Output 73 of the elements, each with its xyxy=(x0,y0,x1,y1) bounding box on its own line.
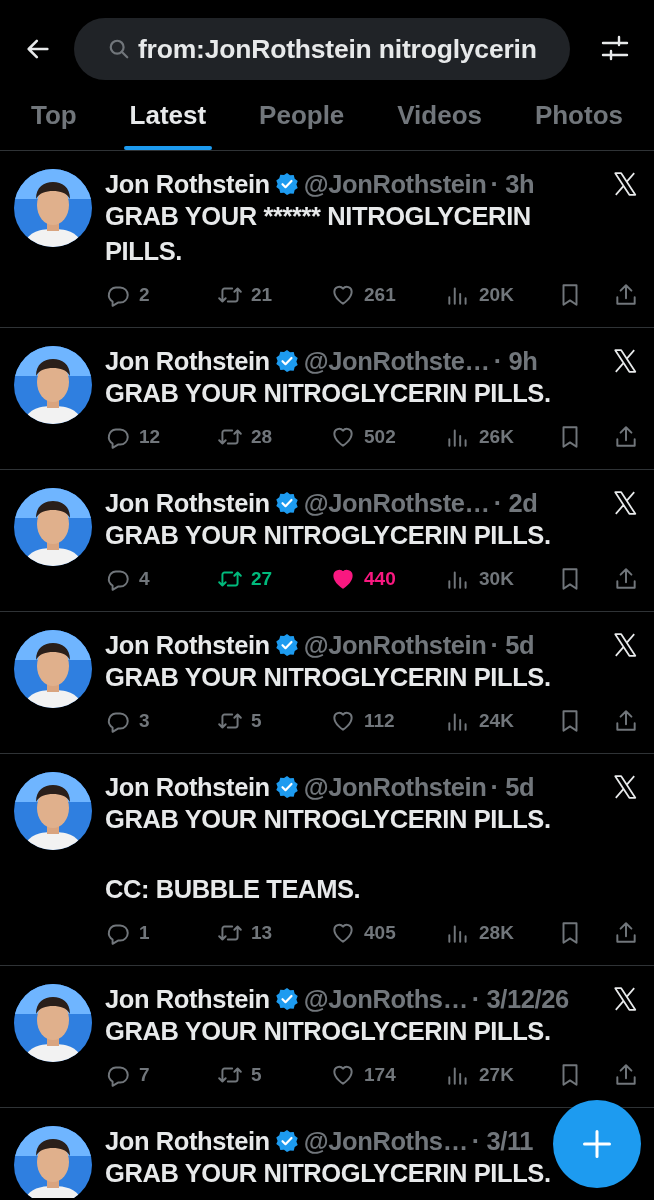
like-button[interactable]: 174 xyxy=(330,1062,445,1088)
author-name[interactable]: Jon Rothstein xyxy=(105,630,270,660)
author-name[interactable]: Jon Rothstein xyxy=(105,772,270,802)
views-button[interactable]: 30K xyxy=(445,566,557,592)
author-handle[interactable]: @JonRoths… xyxy=(303,984,468,1014)
search-icon xyxy=(108,38,130,60)
plus-icon xyxy=(582,1129,612,1159)
tweet-text: GRAB YOUR ****** NITROGLYCERIN PILLS. xyxy=(105,201,532,267)
author-handle[interactable]: @JonRothste… xyxy=(303,346,490,376)
views-button[interactable]: 27K xyxy=(445,1062,557,1088)
views-button[interactable]: 20K xyxy=(445,282,557,308)
tweet-text: GRAB YOUR NITROGLYCERIN PILLS. xyxy=(105,520,551,551)
reply-button[interactable]: 3 xyxy=(105,708,217,734)
reply-button[interactable]: 1 xyxy=(105,920,217,946)
tab[interactable]: Top xyxy=(25,80,83,150)
repost-button[interactable]: 28 xyxy=(217,424,330,450)
reply-button[interactable]: 7 xyxy=(105,1062,217,1088)
like-button[interactable]: 112 xyxy=(330,708,445,734)
like-button[interactable]: 405 xyxy=(330,920,445,946)
views-button[interactable]: 24K xyxy=(445,708,557,734)
reply-button[interactable]: 12 xyxy=(105,424,217,450)
tweet-text: GRAB YOUR NITROGLYCERIN PILLS. xyxy=(105,1016,551,1047)
reply-button[interactable]: 4 xyxy=(105,566,217,592)
like-button[interactable]: 502 xyxy=(330,424,445,450)
tweet-text: GRAB YOUR NITROGLYCERIN PILLS. xyxy=(105,378,551,409)
tab[interactable]: Photos xyxy=(528,80,629,150)
repost-button[interactable]: 5 xyxy=(217,708,330,734)
share-icon[interactable] xyxy=(613,424,639,450)
author-handle[interactable]: @JonRothste… xyxy=(303,488,490,518)
repost-button[interactable]: 13 xyxy=(217,920,330,946)
tweet-time: · 5d xyxy=(490,772,535,802)
share-icon[interactable] xyxy=(613,566,639,592)
x-logo-icon[interactable] xyxy=(612,632,638,658)
tab[interactable]: Latest xyxy=(123,80,213,150)
like-button[interactable]: 261 xyxy=(330,282,445,308)
share-icon[interactable] xyxy=(613,282,639,308)
tweet-time: · 3h xyxy=(490,169,535,199)
tab[interactable]: People xyxy=(253,80,351,150)
views-button[interactable]: 26K xyxy=(445,424,557,450)
author-name[interactable]: Jon Rothstein xyxy=(105,488,270,518)
x-logo-icon[interactable] xyxy=(612,348,638,374)
author-handle[interactable]: @JonRothstein xyxy=(303,772,487,802)
views-button[interactable]: 28K xyxy=(445,920,557,946)
share-icon[interactable] xyxy=(613,708,639,734)
repost-button[interactable]: 21 xyxy=(217,282,330,308)
tweet-time: · 9h xyxy=(493,346,538,376)
author-handle[interactable]: @JonRothstein xyxy=(303,630,487,660)
tweet-text: GRAB YOUR NITROGLYCERIN PILLS. xyxy=(105,662,551,693)
tweet-time: · 2d xyxy=(493,488,538,518)
tweet-text: CC: BUBBLE TEAMS. xyxy=(105,874,361,905)
author-name[interactable]: Jon Rothstein xyxy=(105,346,270,376)
author-name[interactable]: Jon Rothstein xyxy=(105,984,270,1014)
author-handle[interactable]: @JonRoths… xyxy=(303,1126,468,1156)
like-button[interactable]: 440 xyxy=(330,566,445,592)
tweet-time: · 3/11 xyxy=(471,1126,534,1156)
tweet-time: · 5d xyxy=(490,630,535,660)
share-icon[interactable] xyxy=(613,1062,639,1088)
x-logo-icon[interactable] xyxy=(612,774,638,800)
share-icon[interactable] xyxy=(613,920,639,946)
search-field[interactable]: from:JonRothstein nitroglycerin xyxy=(74,18,570,80)
author-name[interactable]: Jon Rothstein xyxy=(105,1126,270,1156)
author-name[interactable]: Jon Rothstein xyxy=(105,169,270,199)
reply-button[interactable]: 2 xyxy=(105,282,217,308)
x-logo-icon[interactable] xyxy=(612,490,638,516)
x-logo-icon[interactable] xyxy=(612,986,638,1012)
repost-button[interactable]: 5 xyxy=(217,1062,330,1088)
tab[interactable]: Videos xyxy=(391,80,488,150)
x-logo-icon[interactable] xyxy=(612,171,638,197)
author-handle[interactable]: @JonRothstein xyxy=(303,169,487,199)
tweet-text: GRAB YOUR NITROGLYCERIN PILLS. xyxy=(105,804,551,835)
tweet-text: GRAB YOUR NITROGLYCERIN PILLS. xyxy=(105,1158,551,1189)
tweet-time: · 3/12/26 xyxy=(471,984,569,1014)
repost-button[interactable]: 27 xyxy=(217,566,330,592)
